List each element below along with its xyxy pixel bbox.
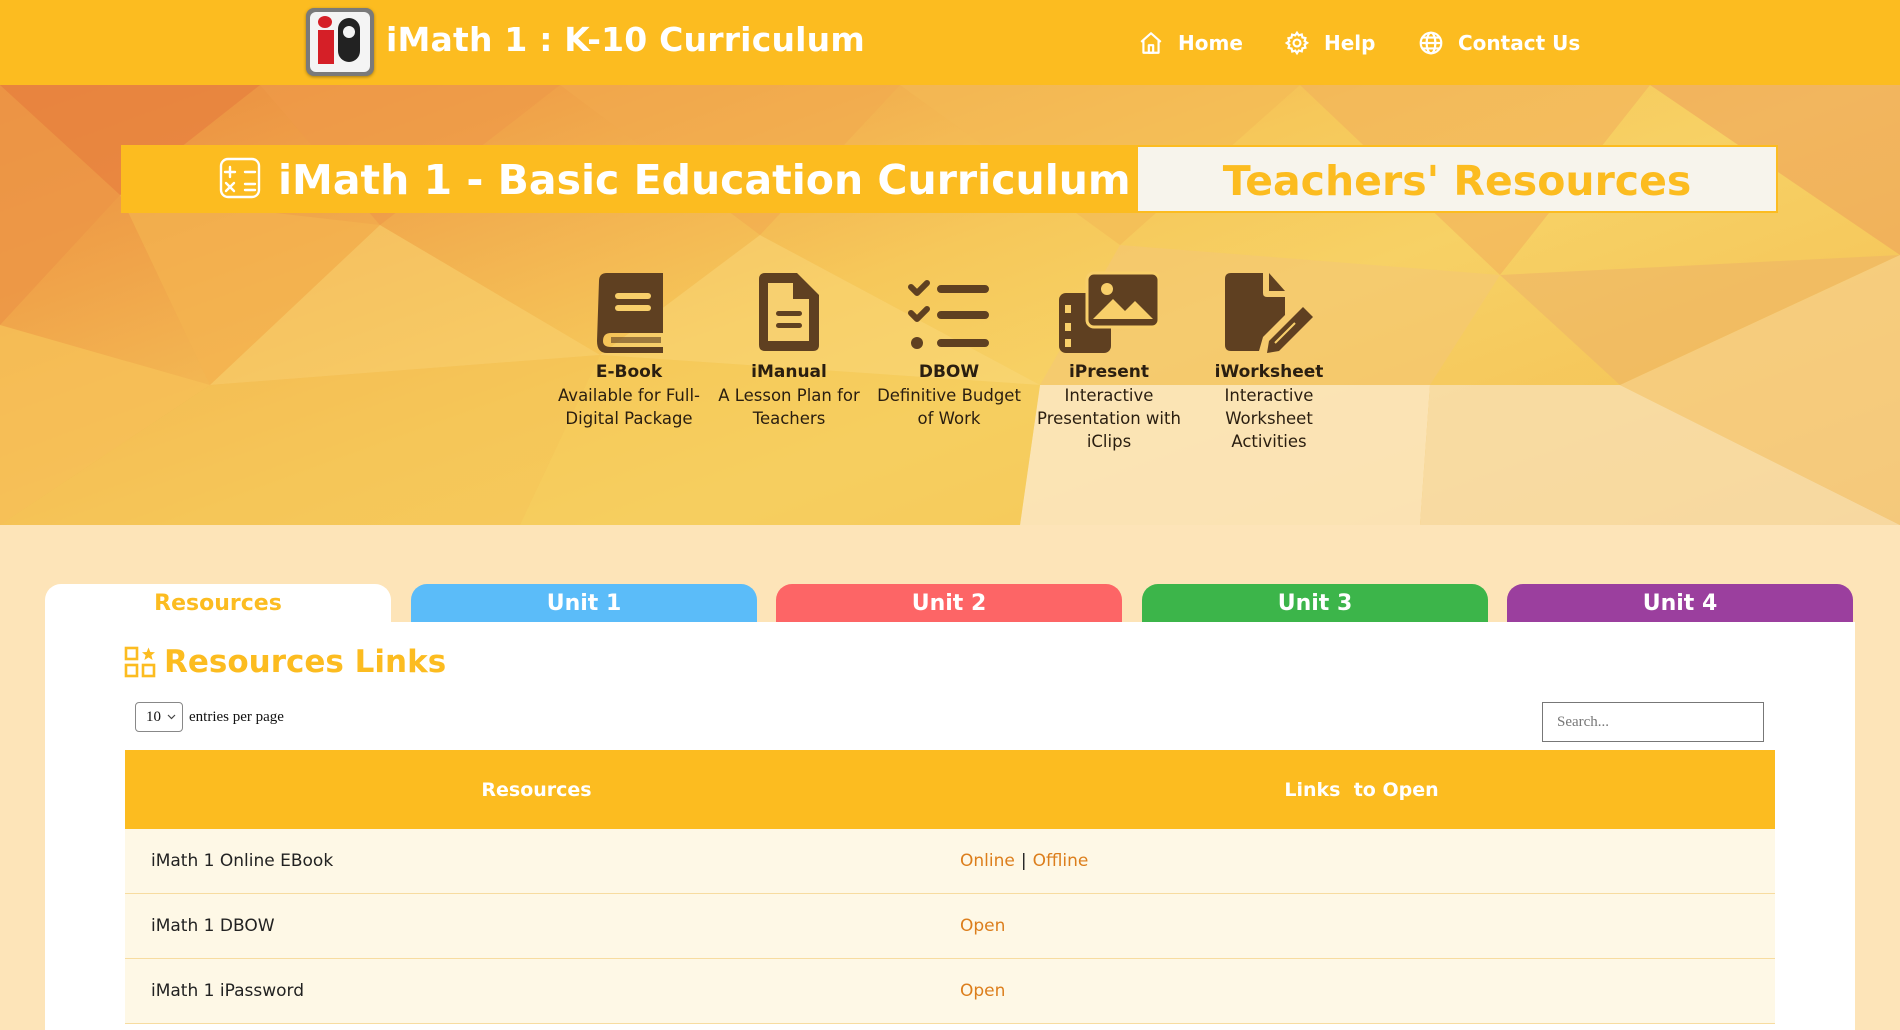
tab-unit-1[interactable]: Unit 1 [411, 584, 757, 624]
entries-select-value: 10 [146, 708, 161, 725]
feature-ipresent[interactable]: iPresent Interactive Presentation with i… [1034, 263, 1184, 453]
resource-links: Open [948, 958, 1775, 1024]
resource-links: Open [948, 893, 1775, 959]
entries-per-page: 10 entries per page [135, 702, 284, 732]
link-separator: | [1020, 851, 1027, 871]
open-link[interactable]: Open [960, 981, 1005, 1001]
feature-ipresent-desc: Interactive Presentation with iClips [1037, 386, 1181, 451]
nav-help[interactable]: Help [1284, 28, 1375, 58]
table-row: iMath 1 iPassword Open [125, 958, 1775, 1024]
online-link[interactable]: Online [960, 851, 1015, 871]
book-icon [597, 273, 663, 353]
nav-home[interactable]: Home [1138, 28, 1243, 58]
checklist-icon [908, 280, 989, 349]
tab-unit-4[interactable]: Unit 4 [1507, 584, 1853, 624]
gallery-icon [1059, 271, 1159, 353]
globe-icon [1419, 31, 1443, 55]
table-row: iMath 1 DBOW Open [125, 893, 1775, 959]
feature-ebook-desc: Available for Full-Digital Package [557, 386, 701, 428]
entries-select[interactable]: 10 [135, 702, 183, 732]
feature-dbow[interactable]: DBOW Definitive Budget of Work [874, 263, 1024, 430]
feature-iworksheet-desc: Interactive Worksheet Activities [1224, 386, 1314, 451]
nav-contact[interactable]: Contact Us [1418, 28, 1580, 58]
header-links[interactable]: Links to Open [948, 750, 1775, 829]
resources-links-title: Resources Links [164, 644, 447, 680]
home-icon [1140, 32, 1162, 54]
teachers-resources-title: Teachers' Resources [1222, 157, 1692, 205]
feature-imanual-name: iManual [751, 362, 827, 382]
hero-section: iMath 1 - Basic Education Curriculum Tea… [0, 85, 1900, 525]
feature-imanual[interactable]: iManual A Lesson Plan for Teachers [714, 263, 864, 430]
file-edit-icon [1225, 273, 1313, 353]
teachers-resources-banner: Teachers' Resources [1136, 145, 1778, 213]
feature-dbow-name: DBOW [918, 362, 980, 382]
nav-contact-label: Contact Us [1458, 31, 1581, 55]
tab-resources[interactable]: Resources [45, 584, 391, 624]
entries-label: entries per page [189, 708, 284, 725]
gear-icon [1284, 30, 1310, 56]
feature-ebook-name: E-Book [595, 362, 663, 382]
table-header-row: Resources Links to Open [125, 750, 1775, 829]
tab-unit-2[interactable]: Unit 2 [776, 584, 1122, 624]
resources-panel: Resources Links 10 entries per page Sear… [45, 622, 1855, 1030]
feature-ipresent-name: iPresent [1068, 362, 1150, 382]
open-link[interactable]: Open [960, 916, 1005, 936]
resource-name: iMath 1 iPassword [125, 958, 948, 1024]
nav-help-label: Help [1324, 31, 1376, 55]
offline-link[interactable]: Offline [1033, 851, 1089, 871]
feature-iworksheet[interactable]: iWorksheet Interactive Worksheet Activit… [1194, 263, 1344, 453]
feature-imanual-desc: A Lesson Plan for Teachers [718, 386, 860, 428]
chevron-down-icon [167, 714, 176, 720]
feature-dbow-desc: Definitive Budget of Work [877, 386, 1021, 428]
calculator-icon [219, 157, 261, 199]
curriculum-title: iMath 1 - Basic Education Curriculum [278, 156, 1131, 204]
curriculum-banner: iMath 1 - Basic Education Curriculum [121, 145, 1137, 213]
site-logo[interactable] [306, 8, 374, 76]
nav-home-label: Home [1178, 31, 1243, 55]
apps-star-icon [124, 646, 156, 678]
feature-iworksheet-name: iWorksheet [1214, 362, 1324, 382]
resource-links: Online | Offline [948, 829, 1775, 894]
document-icon [759, 273, 819, 351]
site-title[interactable]: iMath 1 : K-10 Curriculum [386, 20, 865, 59]
resource-name: iMath 1 DBOW [125, 893, 948, 959]
resources-table: Resources Links to Open iMath 1 Online E… [125, 750, 1775, 1024]
header-resources[interactable]: Resources [125, 750, 948, 829]
table-row: iMath 1 Online EBook Online | Offline [125, 829, 1775, 894]
feature-ebook[interactable]: E-Book Available for Full-Digital Packag… [554, 263, 704, 430]
resource-name: iMath 1 Online EBook [125, 829, 948, 894]
search-input[interactable]: Search... [1542, 702, 1764, 742]
tab-unit-3[interactable]: Unit 3 [1142, 584, 1488, 624]
top-navbar: iMath 1 : K-10 Curriculum Home Help Cont… [0, 0, 1900, 85]
